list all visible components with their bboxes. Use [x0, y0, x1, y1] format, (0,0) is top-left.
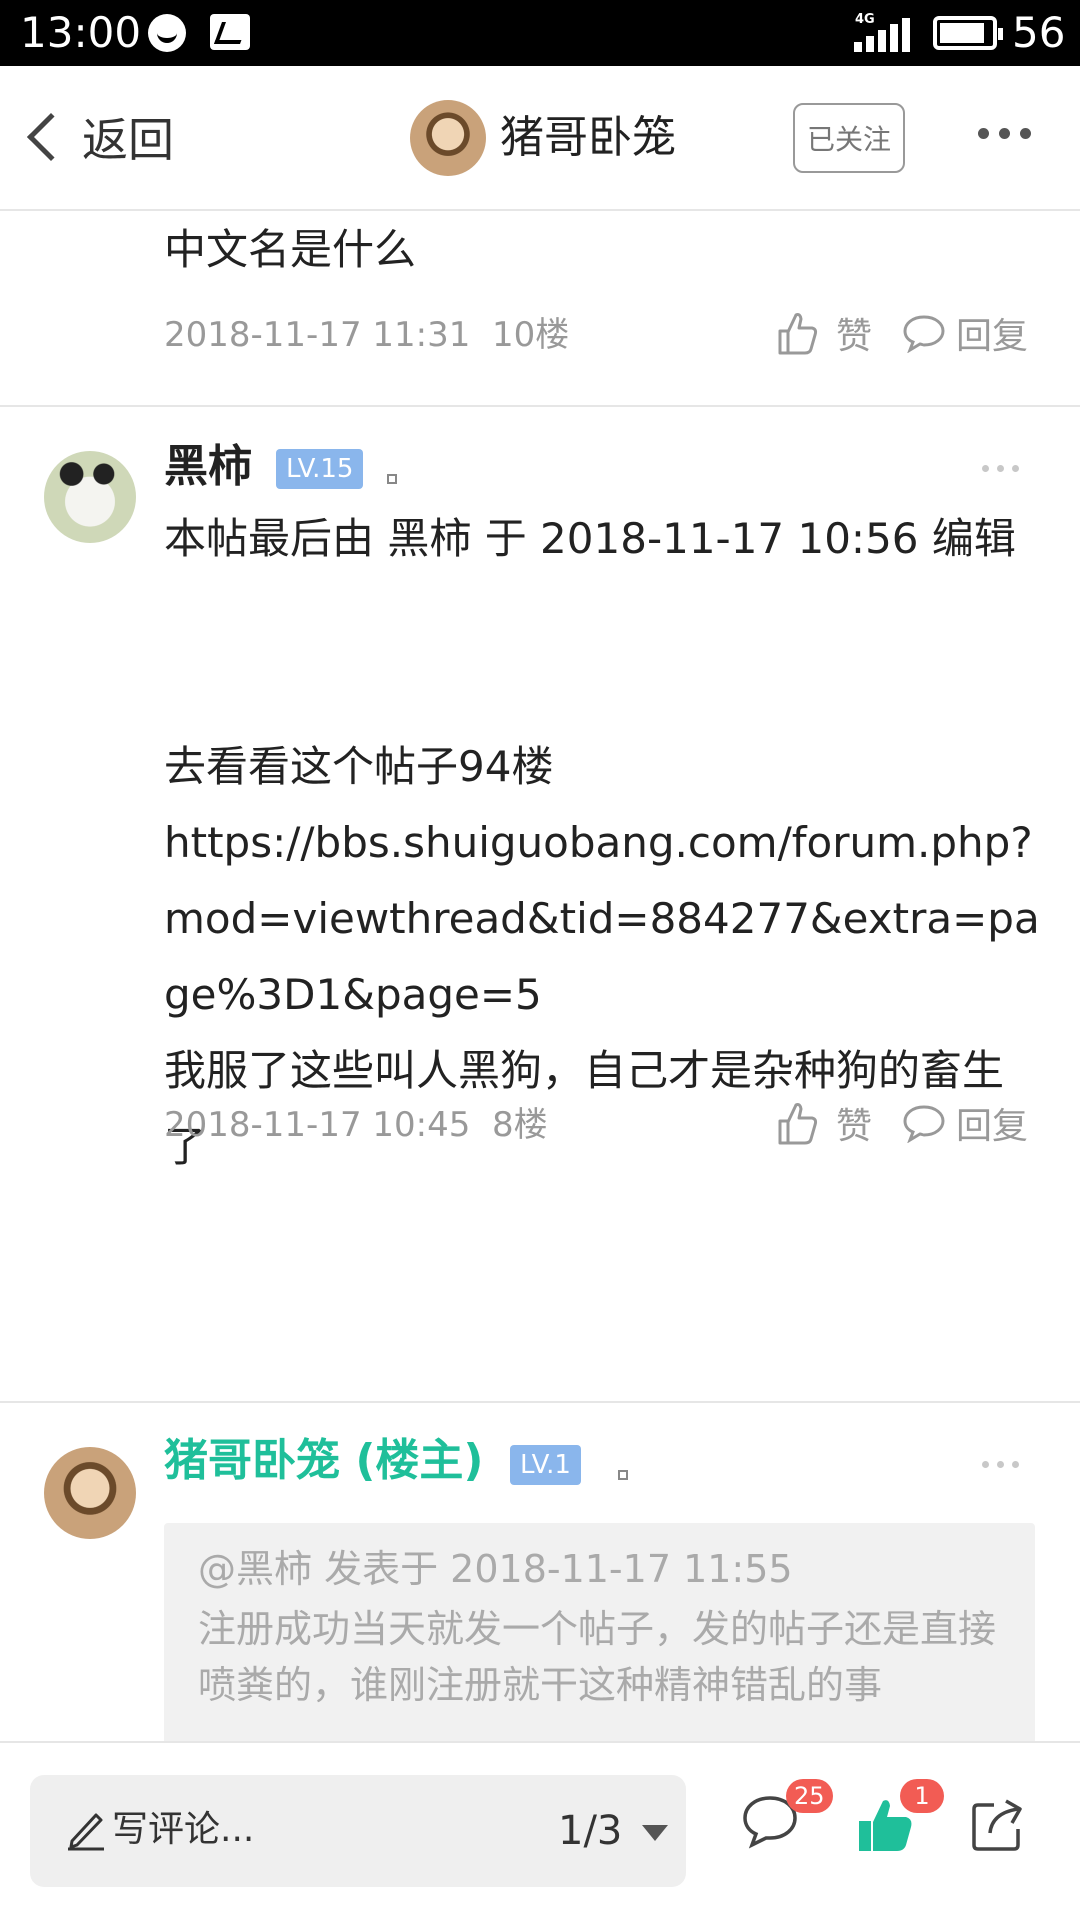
body-line: 去看看这个帖子94楼 [164, 742, 554, 791]
post-author[interactable]: 黑柿 [164, 437, 252, 497]
post-item: 猪哥卧笼 (楼主) LV.1 @黑柿 发表于 2018-11-17 11:55 … [0, 1403, 1080, 1741]
avatar[interactable] [44, 1447, 136, 1539]
post-list[interactable]: 中文名是什么 2018-11-17 11:31 10楼 赞 回复 黑柿 LV.1… [0, 211, 1080, 1741]
quoted-reply: @黑柿 发表于 2018-11-17 11:55 注册成功当天就发一个帖子，发的… [164, 1523, 1035, 1741]
post-floor: 10楼 [492, 315, 570, 355]
post-meta: 2018-11-17 10:45 8楼 [164, 1103, 548, 1147]
follow-button[interactable]: 已关注 [793, 103, 905, 173]
photo-icon [210, 14, 250, 50]
like-count-badge: 1 [900, 1779, 944, 1813]
reply-label[interactable]: 回复 [956, 1097, 1028, 1149]
post-date: 2018-11-17 11:31 [164, 315, 471, 355]
post-body: 中文名是什么 [164, 225, 417, 274]
post-date: 2018-11-17 10:45 [164, 1105, 471, 1145]
back-button[interactable]: 返回 [22, 106, 174, 168]
edit-note: 本帖最后由 黑柿 于 2018-11-17 10:56 编辑 [164, 514, 1016, 563]
top-nav: 返回 猪哥卧笼 已关注 [0, 66, 1080, 211]
battery-level: 56 [1012, 8, 1066, 57]
battery-icon [933, 16, 1003, 50]
comment-placeholder: 写评论... [112, 1809, 255, 1850]
post-author[interactable]: 猪哥卧笼 (楼主) [164, 1431, 484, 1491]
post-body: 本帖最后由 黑柿 于 2018-11-17 10:56 编辑 去看看这个帖子94… [164, 501, 1044, 1185]
reply-label[interactable]: 回复 [956, 307, 1028, 359]
more-dot-icon [999, 128, 1010, 139]
more-options-button[interactable] [978, 128, 1031, 139]
thumbs-up-icon[interactable] [776, 311, 818, 355]
pencil-icon [66, 1807, 106, 1851]
level-badge: LV.15 [276, 449, 364, 489]
thread-author-name[interactable]: 猪哥卧笼 [500, 108, 676, 168]
status-bar: 13:00 4G 56 [0, 0, 1080, 66]
post-more-button[interactable] [982, 1461, 1019, 1468]
page-indicator[interactable]: 1/3 [558, 1805, 622, 1857]
like-label[interactable]: 赞 [836, 307, 872, 359]
more-dot-icon [1020, 128, 1031, 139]
post-floor: 8楼 [492, 1105, 548, 1145]
post-meta: 2018-11-17 11:31 10楼 [164, 313, 569, 357]
gender-icon [387, 474, 397, 484]
comment-input[interactable]: 写评论... 1/3 [30, 1775, 686, 1887]
quote-body: 注册成功当天就发一个帖子，发的帖子还是直接喷粪的，谁刚注册就干这种精神错乱的事 [198, 1607, 997, 1707]
thread-link[interactable]: https://bbs.shuiguobang.com/forum.php?mo… [164, 805, 1044, 1033]
post-item: 中文名是什么 2018-11-17 11:31 10楼 赞 回复 [0, 211, 1080, 406]
level-badge: LV.1 [510, 1445, 581, 1485]
bottom-toolbar: 写评论... 1/3 25 1 [0, 1741, 1080, 1920]
comment-count-badge: 25 [786, 1779, 833, 1813]
caret-down-icon[interactable] [642, 1825, 668, 1841]
face-icon [148, 14, 186, 52]
post-actions: 赞 回复 [776, 307, 1028, 359]
post-more-button[interactable] [982, 465, 1019, 472]
comment-bubble-icon[interactable] [902, 313, 946, 353]
signal-icon [854, 18, 910, 52]
gender-icon [618, 1470, 628, 1480]
post-actions: 赞 回复 [776, 1097, 1028, 1149]
back-label: 返回 [82, 113, 174, 167]
comment-bubble-icon[interactable] [902, 1103, 946, 1143]
status-time: 13:00 [20, 8, 142, 57]
chevron-left-icon [26, 112, 76, 162]
like-label[interactable]: 赞 [836, 1097, 872, 1149]
thumbs-up-icon[interactable] [776, 1101, 818, 1145]
author-avatar[interactable] [410, 100, 486, 176]
avatar[interactable] [44, 451, 136, 543]
post-item: 黑柿 LV.15 本帖最后由 黑柿 于 2018-11-17 10:56 编辑 … [0, 407, 1080, 1207]
more-dot-icon [978, 128, 989, 139]
share-icon[interactable] [970, 1795, 1030, 1855]
quote-header: @黑柿 发表于 2018-11-17 11:55 [198, 1547, 793, 1591]
